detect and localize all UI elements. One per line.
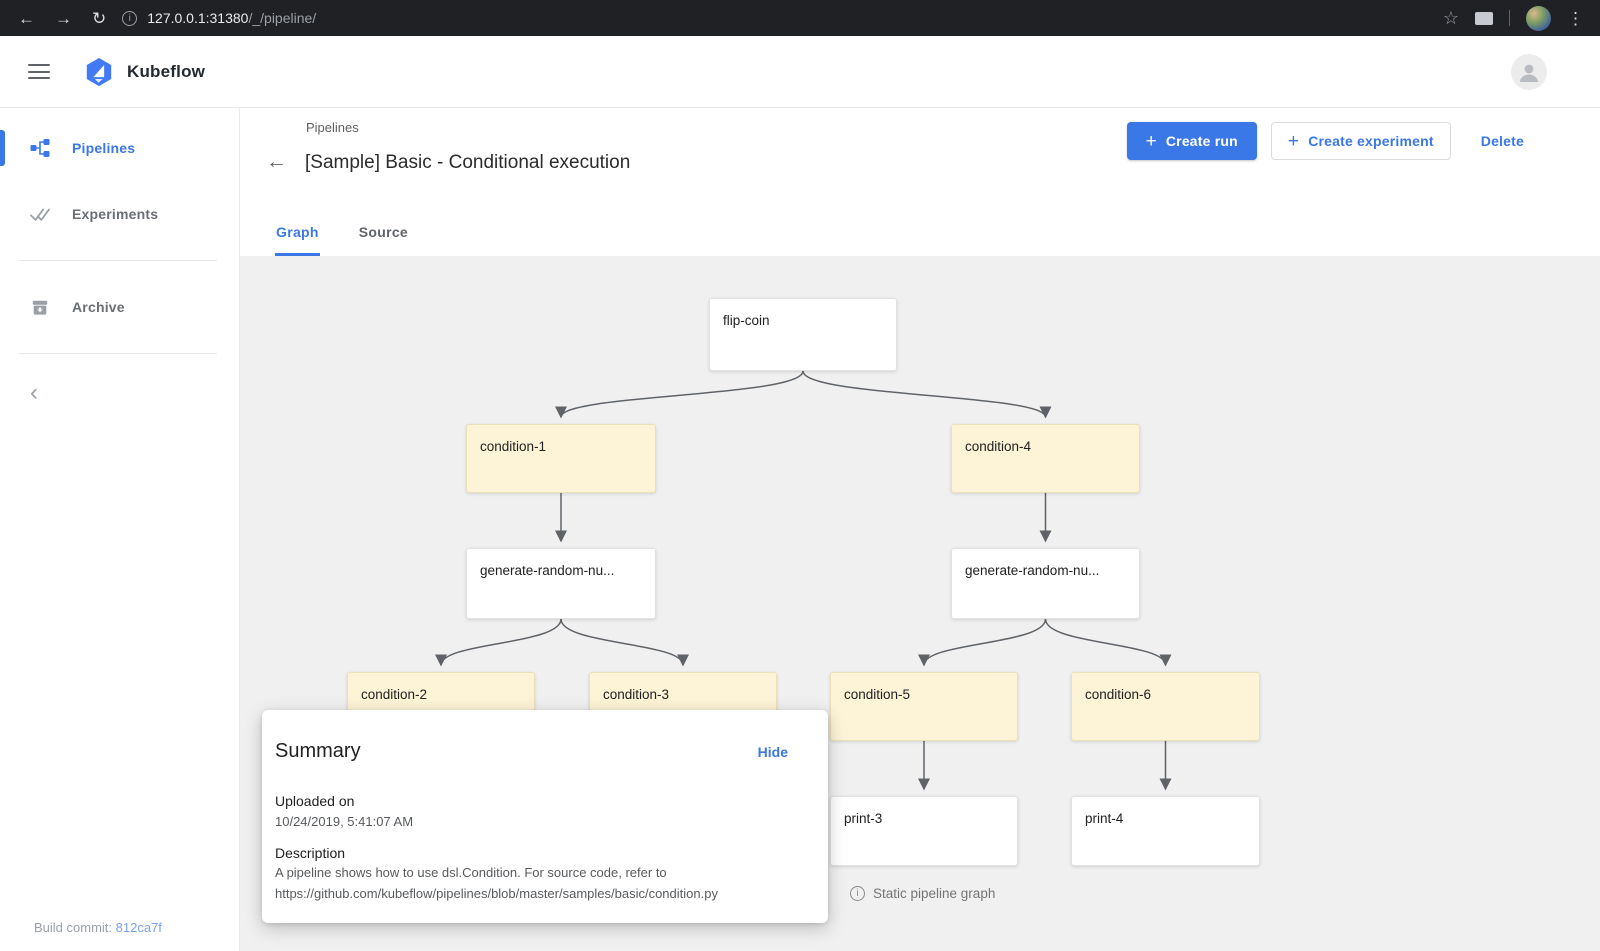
sidebar-item-label: Archive bbox=[72, 299, 125, 315]
description-label: Description bbox=[275, 845, 788, 861]
app-header: Kubeflow bbox=[0, 36, 1600, 108]
delete-button[interactable]: Delete bbox=[1475, 122, 1530, 160]
header-actions: + Create run + Create experiment Delete bbox=[1127, 122, 1530, 160]
create-experiment-button[interactable]: + Create experiment bbox=[1271, 122, 1451, 160]
archive-icon bbox=[30, 298, 50, 316]
static-graph-note-text: Static pipeline graph bbox=[873, 886, 995, 901]
browser-menu-icon[interactable]: ⋮ bbox=[1567, 10, 1584, 27]
user-avatar[interactable] bbox=[1511, 54, 1547, 90]
tab-bar: Graph Source bbox=[275, 211, 409, 256]
hamburger-menu-icon[interactable] bbox=[28, 60, 50, 84]
kubeflow-logo-icon bbox=[84, 57, 114, 87]
graph-node-condition-6[interactable]: condition-6 bbox=[1071, 672, 1260, 741]
back-icon[interactable]: ← bbox=[18, 10, 35, 27]
graph-node-condition-5[interactable]: condition-5 bbox=[830, 672, 1018, 741]
kubeflow-logo[interactable]: Kubeflow bbox=[84, 57, 205, 87]
tab-source[interactable]: Source bbox=[358, 211, 409, 256]
content-header: Pipelines ← [Sample] Basic - Conditional… bbox=[240, 108, 1600, 256]
uploaded-on-label: Uploaded on bbox=[275, 793, 788, 809]
sidebar-item-label: Pipelines bbox=[72, 140, 135, 156]
graph-node-print-4[interactable]: print-4 bbox=[1071, 796, 1260, 866]
breadcrumb[interactable]: Pipelines bbox=[306, 120, 359, 135]
graph-node-generate-random-1[interactable]: generate-random-nu... bbox=[466, 548, 656, 619]
sidebar-collapse-button[interactable]: ‹ bbox=[30, 382, 52, 404]
browser-right-icons: ☆ ⋮ bbox=[1427, 6, 1600, 31]
browser-profile-avatar[interactable] bbox=[1526, 6, 1551, 31]
bookmark-star-icon[interactable]: ☆ bbox=[1443, 9, 1459, 27]
tab-graph[interactable]: Graph bbox=[275, 211, 320, 256]
active-indicator bbox=[0, 130, 5, 166]
person-icon bbox=[1517, 60, 1541, 84]
graph-node-generate-random-2[interactable]: generate-random-nu... bbox=[951, 548, 1140, 619]
create-run-button[interactable]: + Create run bbox=[1127, 122, 1257, 160]
url-path: /_/pipeline/ bbox=[248, 10, 316, 26]
url-host: 127.0.0.1:31380 bbox=[147, 10, 248, 26]
sidebar-item-label: Experiments bbox=[72, 206, 158, 222]
extension-icon[interactable] bbox=[1475, 12, 1493, 25]
sidebar-item-archive[interactable]: Archive bbox=[0, 287, 239, 327]
pipeline-graph: flip-coin condition-1 condition-4 generate-… bbox=[240, 256, 1600, 951]
build-commit-label: Build commit: bbox=[34, 920, 112, 935]
page-title: [Sample] Basic - Conditional execution bbox=[305, 152, 630, 174]
url-text: 127.0.0.1:31380/_/pipeline/ bbox=[147, 10, 316, 26]
sidebar: Pipelines Experiments Archive bbox=[0, 108, 240, 951]
sidebar-divider bbox=[18, 260, 217, 261]
plus-icon: + bbox=[1288, 132, 1299, 151]
create-experiment-label: Create experiment bbox=[1308, 133, 1434, 149]
app-body: Pipelines Experiments Archive bbox=[0, 108, 1600, 951]
forward-icon[interactable]: → bbox=[55, 10, 72, 27]
uploaded-on-value: 10/24/2019, 5:41:07 AM bbox=[275, 814, 788, 829]
graph-node-condition-1[interactable]: condition-1 bbox=[466, 424, 656, 493]
plus-icon: + bbox=[1146, 132, 1157, 151]
summary-title: Summary bbox=[275, 740, 361, 763]
back-button[interactable]: ← bbox=[266, 149, 287, 175]
summary-card: Summary Hide Uploaded on 10/24/2019, 5:4… bbox=[262, 710, 828, 923]
create-run-label: Create run bbox=[1166, 133, 1238, 149]
hide-summary-button[interactable]: Hide bbox=[758, 744, 788, 760]
sidebar-item-pipelines[interactable]: Pipelines bbox=[0, 128, 239, 168]
pipelines-icon bbox=[30, 138, 50, 158]
build-commit-link[interactable]: 812ca7f bbox=[116, 920, 162, 935]
build-commit: Build commit: 812ca7f bbox=[34, 920, 162, 935]
browser-nav-icons: ← → ↻ bbox=[0, 10, 122, 27]
address-bar[interactable]: i 127.0.0.1:31380/_/pipeline/ bbox=[122, 10, 1427, 26]
sidebar-item-experiments[interactable]: Experiments bbox=[0, 194, 239, 234]
reload-icon[interactable]: ↻ bbox=[92, 10, 106, 27]
sidebar-divider bbox=[18, 353, 217, 354]
description-url: https://github.com/kubeflow/pipelines/bl… bbox=[275, 885, 788, 903]
graph-node-condition-4[interactable]: condition-4 bbox=[951, 424, 1140, 493]
browser-chrome: ← → ↻ i 127.0.0.1:31380/_/pipeline/ ☆ ⋮ bbox=[0, 0, 1600, 36]
app-name: Kubeflow bbox=[127, 62, 205, 82]
main-content: Pipelines ← [Sample] Basic - Conditional… bbox=[240, 108, 1600, 951]
page-info-icon[interactable]: i bbox=[122, 11, 137, 26]
graph-node-flip-coin[interactable]: flip-coin bbox=[709, 298, 897, 371]
experiments-icon bbox=[30, 205, 50, 223]
chevron-left-icon: ‹ bbox=[30, 379, 38, 406]
graph-node-print-3[interactable]: print-3 bbox=[830, 796, 1018, 866]
description-text: A pipeline shows how to use dsl.Conditio… bbox=[275, 864, 788, 882]
static-graph-note: i Static pipeline graph bbox=[850, 886, 995, 901]
divider bbox=[1509, 10, 1510, 26]
info-icon: i bbox=[850, 886, 865, 901]
